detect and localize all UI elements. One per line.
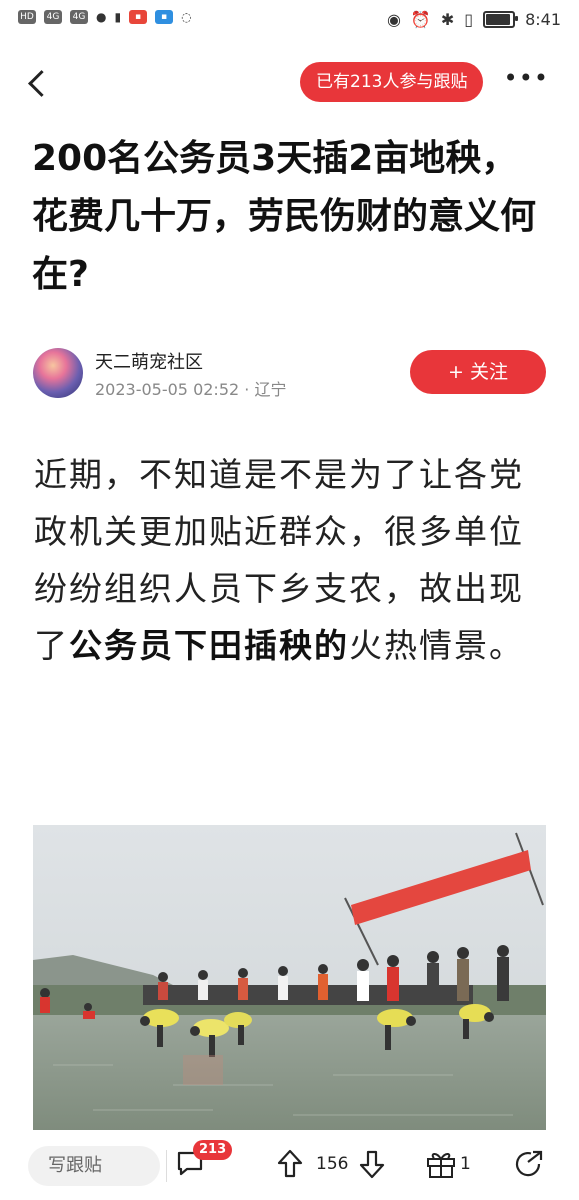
arrow-down-icon (359, 1150, 385, 1179)
author-name[interactable]: 天二萌宠社区 (95, 348, 203, 374)
upvote-icon[interactable] (276, 1148, 304, 1180)
follow-button[interactable]: + 关注 (410, 350, 546, 394)
bottom-divider (166, 1150, 167, 1182)
app-notification-icon: ▪ (129, 10, 148, 24)
back-button[interactable] (22, 62, 52, 102)
body-bold-text: 公务员下田插秧的 (69, 626, 349, 665)
vote-count: 156 (316, 1154, 349, 1174)
battery-fill (486, 14, 510, 25)
more-options-icon[interactable]: ••• (504, 66, 549, 90)
status-right: ◉ ⏰ ✱ ▯ 8:41 (387, 10, 561, 29)
share-icon (515, 1150, 543, 1177)
network-4g-indicator: 4G (44, 10, 62, 24)
publish-location: 辽宁 (254, 380, 287, 399)
status-left: HD 4G 4G ● ▮ ▪ ▪ ◌ (18, 10, 192, 24)
alarm-icon: ⏰ (410, 10, 431, 29)
article-body: 近期，不知道是不是为了让各党政机关更加贴近群众，很多单位纷纷组织人员下乡支农，故… (34, 446, 554, 674)
share-button[interactable] (513, 1148, 545, 1180)
publish-time: 2023-05-05 02:52 (95, 380, 240, 399)
eye-icon: ◉ (386, 10, 401, 29)
downvote-icon[interactable] (358, 1148, 386, 1180)
comment-count-badge: 213 (193, 1140, 233, 1160)
comment-input[interactable]: 写跟贴 (28, 1146, 160, 1186)
gift-count: 1 (460, 1154, 471, 1174)
author-avatar[interactable] (33, 348, 83, 398)
article-photo[interactable] (33, 825, 546, 1130)
participants-pill-button[interactable]: 已有213人参与跟贴 (300, 62, 484, 102)
hd-indicator: HD (18, 10, 36, 24)
bluetooth-icon: ✱ (440, 10, 455, 29)
gift-button[interactable] (424, 1148, 458, 1180)
battery-icon (483, 11, 519, 28)
sim-icon: ▮ (114, 10, 122, 24)
body-text-end: 火热情景。 (349, 626, 524, 665)
chat-icon: ◌ (181, 10, 192, 24)
vibrate-icon: ▯ (464, 10, 474, 29)
meta-separator: · (244, 380, 255, 399)
bottom-action-bar: 写跟贴 213 156 1 (0, 1136, 579, 1200)
article-meta: 2023-05-05 02:52 · 辽宁 (95, 376, 286, 400)
rice-planting-photo (33, 825, 546, 1130)
arrow-up-icon (277, 1149, 303, 1178)
wechat-icon: ● (96, 10, 107, 24)
app-notification-icon-2: ▪ (155, 10, 174, 24)
status-bar: HD 4G 4G ● ▮ ▪ ▪ ◌ ◉ ⏰ ✱ ▯ 8:41 (0, 0, 579, 44)
status-time: 8:41 (525, 10, 561, 29)
top-nav: 已有213人参与跟贴 ••• (0, 54, 579, 110)
network-4g-indicator-2: 4G (70, 10, 88, 24)
gift-icon (427, 1153, 455, 1178)
article-title: 200名公务员3天插2亩地秧，花费几十万，劳民伤财的意义何在? (32, 138, 537, 295)
